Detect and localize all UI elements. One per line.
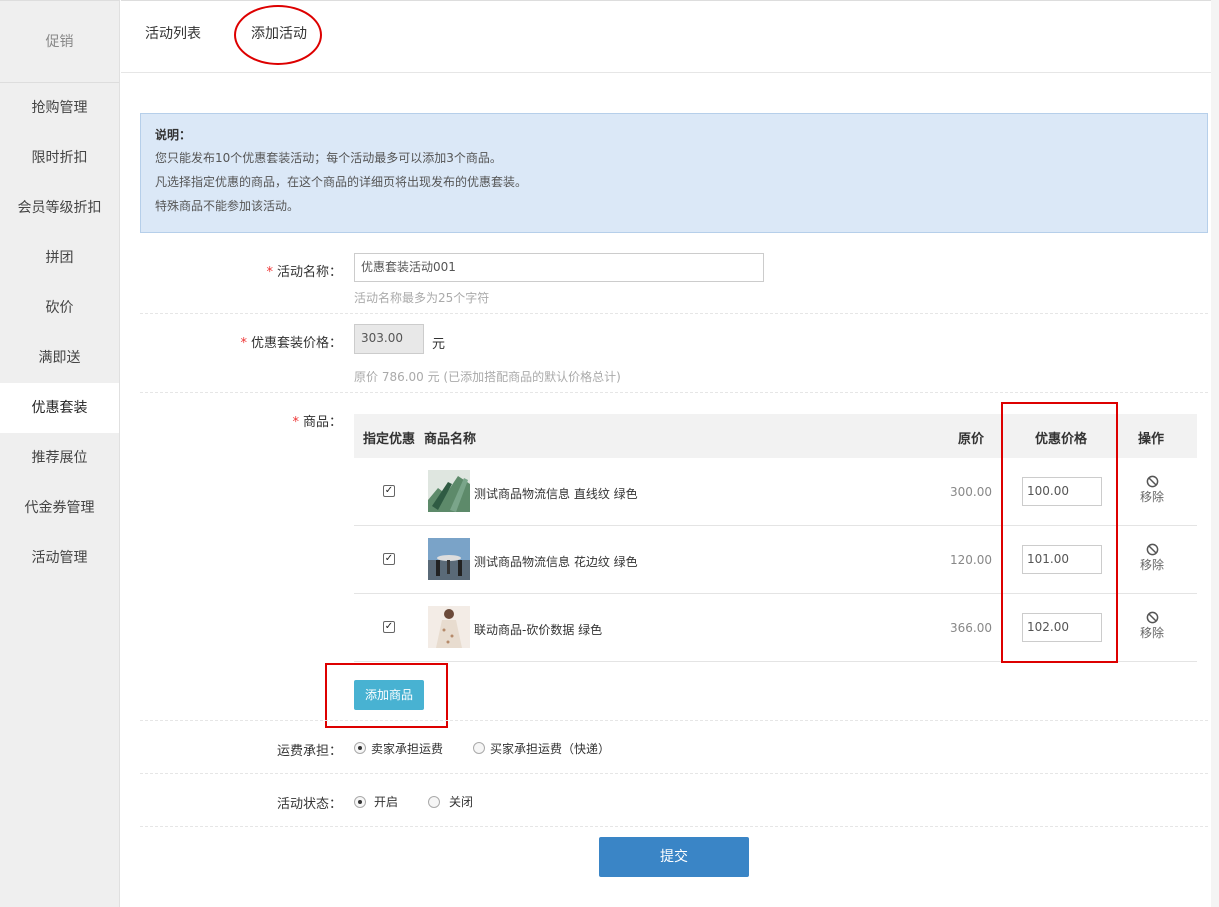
sidebar-item-group-buy[interactable]: 拼团 <box>0 233 119 283</box>
divider <box>140 773 1208 774</box>
goods-label: * 商品： <box>142 411 342 430</box>
remove-button[interactable]: 移除 <box>1132 543 1172 572</box>
notice-line: 特殊商品不能参加该活动。 <box>155 199 300 213</box>
radio-status-on[interactable] <box>354 796 366 808</box>
row-checkbox[interactable]: ✓ <box>383 485 395 497</box>
divider <box>140 313 1208 314</box>
divider <box>140 392 1208 393</box>
col-select: 指定优惠 <box>363 432 416 447</box>
highlight-oval <box>234 5 322 65</box>
product-thumbnail <box>428 606 470 648</box>
divider <box>140 826 1208 827</box>
remove-button[interactable]: 移除 <box>1132 475 1172 504</box>
radio-seller-shipping[interactable] <box>354 742 366 754</box>
remove-button[interactable]: 移除 <box>1132 611 1172 640</box>
sidebar-item-voucher[interactable]: 代金券管理 <box>0 483 119 533</box>
goods-label-text: 商品： <box>302 415 342 430</box>
product-name: 联动商品-砍价数据 绿色 <box>474 623 603 637</box>
row-checkbox[interactable]: ✓ <box>383 621 395 633</box>
radio-label: 买家承担运费（快递） <box>490 742 611 756</box>
remove-label: 移除 <box>1139 626 1164 640</box>
sidebar-item-flash-sale[interactable]: 抢购管理 <box>0 83 119 133</box>
sidebar-list: 抢购管理 限时折扣 会员等级折扣 拼团 砍价 满即送 优惠套装 推荐展位 代金券… <box>0 83 119 583</box>
sidebar-item-time-discount[interactable]: 限时折扣 <box>0 133 119 183</box>
sidebar-item-bargain[interactable]: 砍价 <box>0 283 119 333</box>
required-mark: * <box>292 415 299 430</box>
product-thumbnail <box>428 470 470 512</box>
radio-label: 卖家承担运费 <box>371 742 444 756</box>
product-price: 366.00 <box>950 621 992 635</box>
activity-name-input[interactable]: 优惠套装活动001 <box>354 253 764 282</box>
notice-line: 您只能发布10个优惠套装活动；每个活动最多可以添加3个商品。 <box>155 151 502 165</box>
price-label: * 优惠套装价格： <box>142 332 342 351</box>
submit-button[interactable]: 提交 <box>599 837 749 877</box>
ban-icon <box>1146 475 1158 488</box>
price-label-text: 优惠套装价格： <box>250 336 342 351</box>
price-hint: 原价 786.00 元 (已添加搭配商品的默认价格总计) <box>354 370 621 384</box>
required-mark: * <box>266 265 273 280</box>
col-price: 原价 <box>958 432 985 447</box>
required-mark: * <box>240 336 247 351</box>
product-thumbnail <box>428 538 470 580</box>
top-tabs: 活动列表 添加活动 <box>121 0 1219 73</box>
highlight-box-discount <box>1001 402 1118 663</box>
product-price: 120.00 <box>950 553 992 567</box>
tab-activity-list[interactable]: 活动列表 <box>145 23 201 43</box>
sidebar-item-full-gift[interactable]: 满即送 <box>0 333 119 383</box>
radio-buyer-shipping[interactable] <box>473 742 485 754</box>
bundle-price-input[interactable]: 303.00 <box>354 324 424 354</box>
status-label: 活动状态： <box>276 797 342 812</box>
product-name: 测试商品物流信息 花边纹 绿色 <box>474 555 638 569</box>
shipping-label: 运费承担： <box>276 744 342 759</box>
col-name: 商品名称 <box>424 432 477 447</box>
product-price: 300.00 <box>950 485 992 499</box>
notice-line: 凡选择指定优惠的商品，在这个商品的详细页将出现发布的优惠套装。 <box>155 175 528 189</box>
ban-icon <box>1146 543 1158 556</box>
remove-label: 移除 <box>1139 558 1164 572</box>
price-unit: 元 <box>432 337 446 352</box>
notice-title: 说明： <box>155 128 192 142</box>
name-hint: 活动名称最多为25个字符 <box>354 291 490 305</box>
name-label: * 活动名称： <box>142 261 342 280</box>
add-goods-button[interactable]: 添加商品 <box>354 680 424 710</box>
row-checkbox[interactable]: ✓ <box>383 553 395 565</box>
radio-status-off[interactable] <box>428 796 440 808</box>
sidebar-item-member-discount[interactable]: 会员等级折扣 <box>0 183 119 233</box>
ban-icon <box>1146 611 1158 624</box>
radio-label: 关闭 <box>449 795 474 809</box>
sidebar-title: 促销 <box>0 1 119 83</box>
sidebar-item-bundle[interactable]: 优惠套装 <box>0 383 119 433</box>
name-label-text: 活动名称： <box>276 265 342 280</box>
remove-label: 移除 <box>1139 490 1164 504</box>
divider <box>140 720 1208 721</box>
radio-label: 开启 <box>374 795 399 809</box>
sidebar-item-activity[interactable]: 活动管理 <box>0 533 119 583</box>
sidebar: 促销 抢购管理 限时折扣 会员等级折扣 拼团 砍价 满即送 优惠套装 推荐展位 … <box>0 0 120 907</box>
col-action: 操作 <box>1138 432 1165 447</box>
notice-box: 说明： 您只能发布10个优惠套装活动；每个活动最多可以添加3个商品。 凡选择指定… <box>140 113 1208 233</box>
sidebar-item-booth[interactable]: 推荐展位 <box>0 433 119 483</box>
scrollbar[interactable] <box>1211 0 1219 907</box>
product-name: 测试商品物流信息 直线纹 绿色 <box>474 487 638 501</box>
